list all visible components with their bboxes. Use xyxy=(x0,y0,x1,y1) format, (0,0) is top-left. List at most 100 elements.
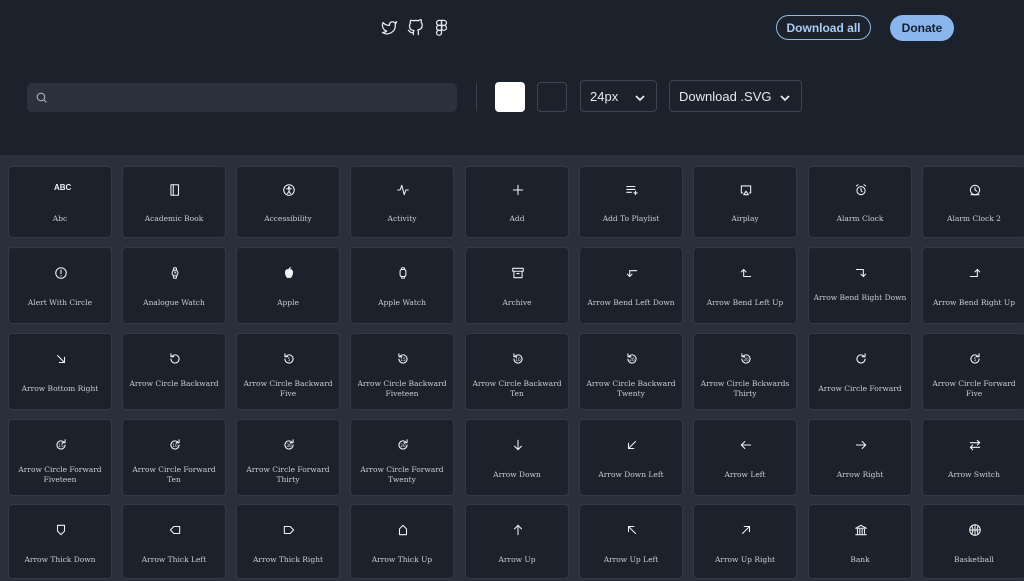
icon-card-label: Arrow Circle Backward Twenty xyxy=(586,379,676,398)
add-icon xyxy=(511,183,525,197)
icon-card[interactable]: Alarm Clock 2 xyxy=(922,166,1024,238)
icon-card-label: Arrow Circle Forward Ten xyxy=(132,465,216,484)
icon-card[interactable]: Archive xyxy=(465,247,569,324)
icon-card[interactable]: Apple Watch xyxy=(350,247,454,324)
svg-text:30: 30 xyxy=(743,357,749,362)
icon-card[interactable]: 10 Arrow Circle Forward Ten xyxy=(122,419,226,496)
icon-card-label: Arrow Down Left xyxy=(598,470,664,479)
analogue-watch-icon xyxy=(168,266,182,280)
arrow-circle-forward-thirty-icon: 30 xyxy=(282,438,296,452)
icon-card[interactable]: Arrow Bottom Right xyxy=(8,333,112,410)
icon-card[interactable]: Academic Book xyxy=(122,166,226,238)
color-swatch-light[interactable] xyxy=(495,82,525,112)
icon-card[interactable]: Arrow Circle Backward xyxy=(122,333,226,410)
arrow-bend-left-up-icon xyxy=(739,266,753,280)
icon-card[interactable]: Arrow Up xyxy=(465,504,569,579)
icon-card[interactable]: 5 Arrow Circle Backward Five xyxy=(236,333,340,410)
icon-card-label: Arrow Circle Forward Five xyxy=(932,379,1016,398)
icon-card[interactable]: Arrow Thick Up xyxy=(350,504,454,579)
icon-card[interactable]: Arrow Thick Down xyxy=(8,504,112,579)
airplay-icon xyxy=(739,183,753,197)
figma-icon[interactable] xyxy=(433,19,450,36)
arrow-circle-backward-icon xyxy=(168,352,182,366)
icon-card[interactable]: Add To Playlist xyxy=(579,166,683,238)
icon-card[interactable]: 20 Arrow Circle Forward Twenty xyxy=(350,419,454,496)
icon-card[interactable]: Arrow Left xyxy=(693,419,797,496)
icon-card-label: Basketball xyxy=(954,555,994,564)
icon-card-label: Alert With Circle xyxy=(27,298,93,307)
alarm-clock-2-icon xyxy=(968,183,982,197)
icon-card[interactable]: Arrow Down xyxy=(465,419,569,496)
arrow-circle-backward-ten-icon: 10 xyxy=(511,352,525,366)
arrow-down-icon xyxy=(511,438,525,452)
icon-card[interactable]: Bank xyxy=(808,504,912,579)
arrow-thick-left-icon xyxy=(168,523,182,537)
icon-card[interactable]: Arrow Right xyxy=(808,419,912,496)
icon-card-label: Arrow Thick Up xyxy=(371,555,433,564)
icon-card[interactable]: Alarm Clock xyxy=(808,166,912,238)
size-select-value: 24px xyxy=(590,88,619,104)
download-all-button[interactable]: Download all xyxy=(776,15,871,40)
icon-card[interactable]: Arrow Bend Right Down xyxy=(808,247,912,324)
icon-card-label: Arrow Switch xyxy=(948,470,1000,479)
icon-card-label: Apple Watch xyxy=(378,298,426,307)
icon-card[interactable]: Analogue Watch xyxy=(122,247,226,324)
svg-text:10: 10 xyxy=(172,443,178,448)
format-select[interactable]: Download .SVG xyxy=(669,80,802,112)
color-swatch-dark[interactable] xyxy=(537,82,567,112)
arrow-thick-up-icon xyxy=(396,523,410,537)
icon-card[interactable]: Arrow Up Right xyxy=(693,504,797,579)
icon-card[interactable]: Arrow Up Left xyxy=(579,504,683,579)
icon-card-label: Abc xyxy=(52,214,68,223)
icon-card[interactable]: 30 Arrow Circle Bckwards Thirty xyxy=(693,333,797,410)
icon-card[interactable]: ABC Abc xyxy=(8,166,112,238)
icon-card[interactable]: 20 Arrow Circle Backward Twenty xyxy=(579,333,683,410)
icon-card[interactable]: Arrow Bend Right Up xyxy=(922,247,1024,324)
icon-card[interactable]: 10 Arrow Circle Backward Ten xyxy=(465,333,569,410)
search-icon xyxy=(35,91,48,104)
icon-card[interactable]: 15 Arrow Circle Forward Fiveteen xyxy=(8,419,112,496)
icon-card[interactable]: Arrow Circle Forward xyxy=(808,333,912,410)
icon-card-label: Arrow Bottom Right xyxy=(21,384,99,393)
svg-text:10: 10 xyxy=(515,357,521,362)
icon-card[interactable]: Arrow Down Left xyxy=(579,419,683,496)
icon-card[interactable]: Add xyxy=(465,166,569,238)
icon-card[interactable]: Arrow Bend Left Down xyxy=(579,247,683,324)
arrow-bottom-right-icon xyxy=(54,352,68,366)
arrow-thick-right-icon xyxy=(282,523,296,537)
icon-card-label: Arrow Up xyxy=(498,555,536,564)
icon-card[interactable]: Accessibility xyxy=(236,166,340,238)
arrow-circle-backward-five-icon: 5 xyxy=(282,352,296,366)
icon-card[interactable]: Airplay xyxy=(693,166,797,238)
icon-card-label: Airplay xyxy=(731,214,759,223)
search-input[interactable] xyxy=(55,83,454,114)
abc-icon: ABC xyxy=(54,183,72,192)
icon-card[interactable]: Arrow Bend Left Up xyxy=(693,247,797,324)
svg-text:30: 30 xyxy=(286,443,292,448)
svg-text:20: 20 xyxy=(629,357,635,362)
icon-card-label: Apple xyxy=(277,298,299,307)
icon-card[interactable]: Arrow Switch xyxy=(922,419,1024,496)
donate-button[interactable]: Donate xyxy=(890,15,954,41)
svg-text:5: 5 xyxy=(288,357,291,362)
icon-card[interactable]: Arrow Thick Left xyxy=(122,504,226,579)
icon-card[interactable]: Activity xyxy=(350,166,454,238)
icon-card-label: Arrow Bend Right Up xyxy=(932,298,1016,307)
arrow-switch-icon xyxy=(968,438,982,452)
icon-card[interactable]: Basketball xyxy=(922,504,1024,579)
icon-card-label: Arrow Thick Down xyxy=(24,555,96,564)
twitter-icon[interactable] xyxy=(381,19,398,36)
icon-card[interactable]: Alert With Circle xyxy=(8,247,112,324)
icon-card[interactable]: Arrow Thick Right xyxy=(236,504,340,579)
size-select[interactable]: 24px xyxy=(580,80,657,112)
github-icon[interactable] xyxy=(407,19,424,36)
arrow-thick-down-icon xyxy=(54,523,68,537)
icon-card-label: Arrow Left xyxy=(724,470,766,479)
icon-card-label: Add xyxy=(509,214,525,223)
chevron-down-icon xyxy=(779,91,791,102)
icon-card[interactable]: 15 Arrow Circle Backward Fiveteen xyxy=(350,333,454,410)
icon-card[interactable]: 30 Arrow Circle Forward Thirty xyxy=(236,419,340,496)
icon-card[interactable]: 5 Arrow Circle Forward Five xyxy=(922,333,1024,410)
arrow-circle-forward-ten-icon: 10 xyxy=(168,438,182,452)
icon-card[interactable]: Apple xyxy=(236,247,340,324)
